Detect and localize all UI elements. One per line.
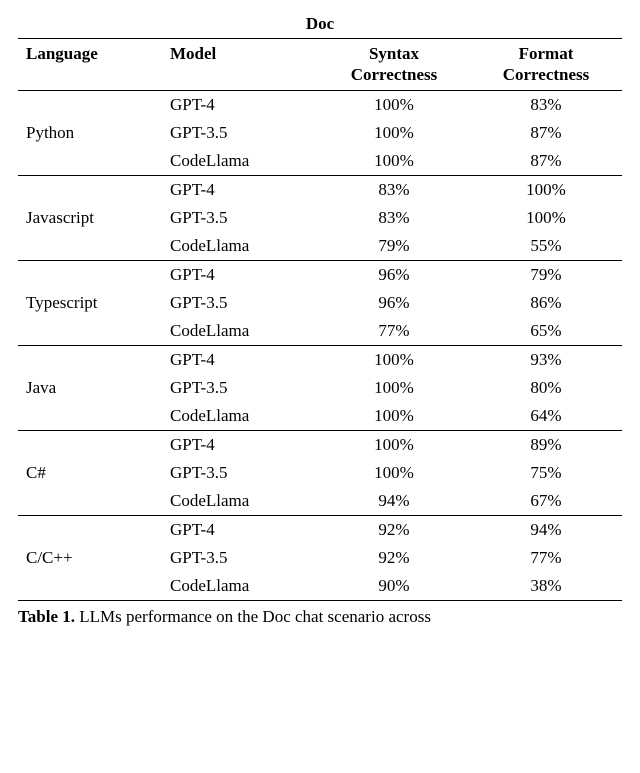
cell-format: 86% — [470, 289, 622, 317]
cell-format: 87% — [470, 147, 622, 176]
cell-syntax: 94% — [318, 487, 470, 516]
results-table: Doc Language Model Syntax Correctness Fo… — [18, 12, 622, 601]
cell-model: GPT-3.5 — [162, 204, 318, 232]
cell-syntax: 100% — [318, 345, 470, 374]
table-row: JavascriptGPT-483%100% — [18, 175, 622, 204]
cell-format: 87% — [470, 119, 622, 147]
cell-language: Typescript — [18, 260, 162, 345]
cell-format: 94% — [470, 515, 622, 544]
cell-format: 75% — [470, 459, 622, 487]
col-header-format-line1: Format — [519, 44, 574, 63]
cell-syntax: 100% — [318, 90, 470, 119]
cell-model: CodeLlama — [162, 232, 318, 261]
cell-model: GPT-3.5 — [162, 289, 318, 317]
table-row: TypescriptGPT-496%79% — [18, 260, 622, 289]
table-row: PythonGPT-4100%83% — [18, 90, 622, 119]
cell-format: 67% — [470, 487, 622, 516]
cell-model: GPT-3.5 — [162, 374, 318, 402]
cell-format: 100% — [470, 175, 622, 204]
cell-format: 80% — [470, 374, 622, 402]
col-header-syntax: Syntax Correctness — [318, 39, 470, 91]
col-header-syntax-line1: Syntax — [369, 44, 419, 63]
cell-syntax: 100% — [318, 459, 470, 487]
cell-language: C# — [18, 430, 162, 515]
cell-model: GPT-4 — [162, 90, 318, 119]
cell-language: Javascript — [18, 175, 162, 260]
cell-format: 77% — [470, 544, 622, 572]
cell-model: CodeLlama — [162, 147, 318, 176]
cell-model: CodeLlama — [162, 487, 318, 516]
col-header-format: Format Correctness — [470, 39, 622, 91]
cell-model: CodeLlama — [162, 402, 318, 431]
col-header-language: Language — [18, 39, 162, 91]
cell-model: GPT-4 — [162, 345, 318, 374]
cell-model: CodeLlama — [162, 317, 318, 346]
table-title-row: Doc — [18, 12, 622, 39]
col-header-model: Model — [162, 39, 318, 91]
cell-syntax: 77% — [318, 317, 470, 346]
cell-language: Python — [18, 90, 162, 175]
cell-syntax: 100% — [318, 374, 470, 402]
cell-model: GPT-3.5 — [162, 459, 318, 487]
cell-format: 79% — [470, 260, 622, 289]
cell-syntax: 100% — [318, 402, 470, 431]
cell-syntax: 79% — [318, 232, 470, 261]
cell-model: GPT-4 — [162, 515, 318, 544]
cell-syntax: 90% — [318, 572, 470, 601]
table-body: PythonGPT-4100%83%GPT-3.5100%87%CodeLlam… — [18, 90, 622, 600]
cell-language: C/C++ — [18, 515, 162, 600]
cell-model: GPT-4 — [162, 430, 318, 459]
cell-syntax: 83% — [318, 175, 470, 204]
table-header-row: Language Model Syntax Correctness Format… — [18, 39, 622, 91]
cell-format: 100% — [470, 204, 622, 232]
caption-label: Table 1. — [18, 607, 75, 626]
cell-syntax: 100% — [318, 119, 470, 147]
table-row: JavaGPT-4100%93% — [18, 345, 622, 374]
cell-format: 64% — [470, 402, 622, 431]
cell-syntax: 92% — [318, 515, 470, 544]
cell-format: 65% — [470, 317, 622, 346]
cell-model: CodeLlama — [162, 572, 318, 601]
cell-syntax: 100% — [318, 147, 470, 176]
cell-syntax: 96% — [318, 289, 470, 317]
table-title: Doc — [18, 12, 622, 39]
cell-model: GPT-3.5 — [162, 119, 318, 147]
cell-model: GPT-4 — [162, 260, 318, 289]
cell-format: 55% — [470, 232, 622, 261]
cell-syntax: 100% — [318, 430, 470, 459]
col-header-format-line2: Correctness — [503, 65, 590, 84]
caption-text: LLMs performance on the Doc chat scenari… — [75, 607, 431, 626]
cell-syntax: 92% — [318, 544, 470, 572]
cell-syntax: 83% — [318, 204, 470, 232]
table-caption: Table 1. LLMs performance on the Doc cha… — [18, 607, 622, 627]
cell-model: GPT-4 — [162, 175, 318, 204]
cell-format: 93% — [470, 345, 622, 374]
cell-language: Java — [18, 345, 162, 430]
table-row: C/C++GPT-492%94% — [18, 515, 622, 544]
table-row: C#GPT-4100%89% — [18, 430, 622, 459]
cell-format: 38% — [470, 572, 622, 601]
cell-model: GPT-3.5 — [162, 544, 318, 572]
cell-format: 89% — [470, 430, 622, 459]
cell-format: 83% — [470, 90, 622, 119]
col-header-syntax-line2: Correctness — [351, 65, 438, 84]
cell-syntax: 96% — [318, 260, 470, 289]
